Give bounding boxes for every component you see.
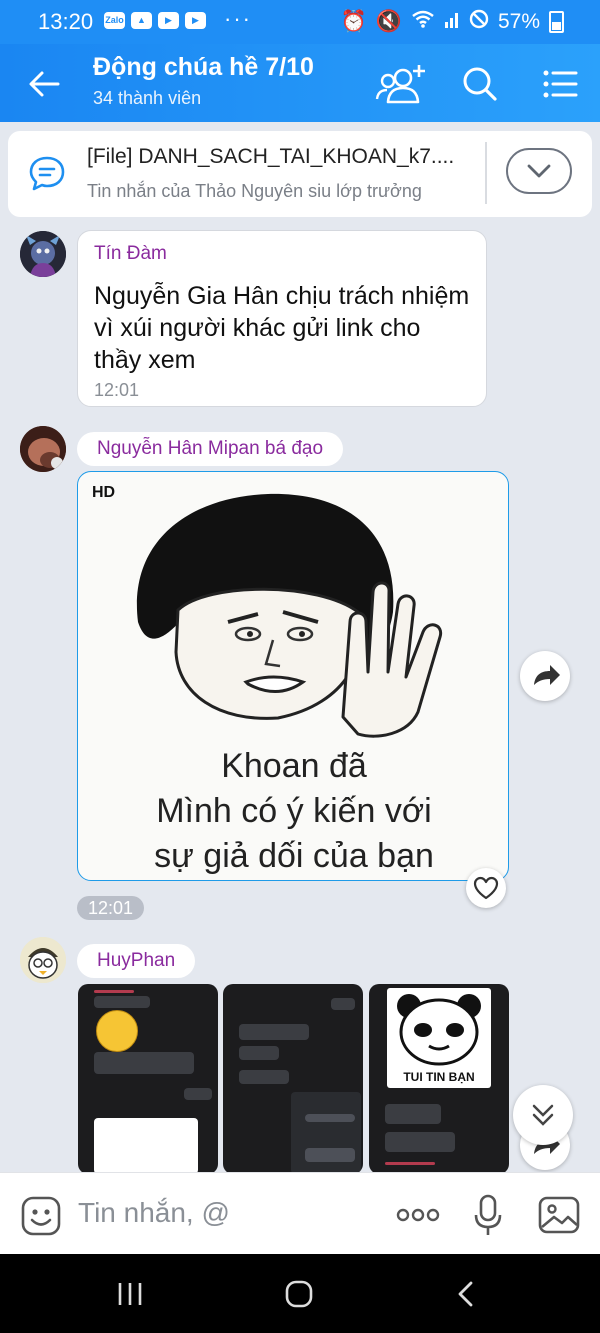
battery-level: 57% <box>497 10 540 33</box>
recent-apps-button[interactable] <box>116 1281 144 1307</box>
panda-meme-icon <box>397 994 481 1066</box>
system-status: ⏰ 🔇 57% <box>341 9 564 35</box>
add-member-icon <box>375 65 425 104</box>
chevron-down-icon <box>527 164 551 178</box>
recent-apps-icon <box>118 1283 142 1305</box>
system-nav-bar <box>0 1254 600 1333</box>
share-button[interactable] <box>520 651 570 701</box>
message-time: 12:01 <box>77 896 144 920</box>
mute-icon: 🔇 <box>375 10 402 33</box>
meme-face-illustration <box>136 493 443 738</box>
expand-pinned-button[interactable] <box>506 148 572 194</box>
message-input-bar: Tin nhắn, @ <box>0 1172 600 1255</box>
home-button[interactable] <box>284 1279 314 1309</box>
smiley-icon <box>21 1196 61 1236</box>
home-icon <box>285 1280 313 1308</box>
image-thumbnail[interactable] <box>78 984 218 1174</box>
youtube-icon: ▶ <box>185 12 206 29</box>
sticker-button[interactable] <box>20 1195 62 1237</box>
signal-icon <box>444 10 460 34</box>
meme-caption: Khoan đã Mình có ý kiến với sự giả dối c… <box>154 747 434 875</box>
meme-image[interactable]: HD Khoan đã Mình có ý kiến với sự giả dố… <box>77 471 509 881</box>
more-dots-icon <box>396 1208 440 1222</box>
sender-name[interactable]: HuyPhan <box>77 944 196 978</box>
thumbnail-caption: TUI TIN BẠN <box>403 1070 475 1084</box>
divider <box>485 142 487 204</box>
alarm-icon: ⏰ <box>340 10 367 33</box>
chevron-left-icon <box>458 1281 473 1307</box>
message-time: 12:01 <box>94 380 140 400</box>
avatar[interactable] <box>20 426 66 472</box>
chat-header: Động chúa hề 7/10 34 thành viên <box>0 44 600 122</box>
game-icon: ▲ <box>131 12 152 29</box>
status-bar: 13:20 Zalo ▲ ▶ ▶ ··· ⏰ 🔇 57% <box>0 0 600 44</box>
system-back-button[interactable] <box>454 1280 478 1308</box>
pinned-title: [File] DANH_SACH_TAI_KHOAN_k7.... <box>87 145 455 168</box>
status-time: 13:20 <box>38 9 94 34</box>
heart-icon <box>473 876 499 900</box>
back-arrow-icon <box>29 71 60 97</box>
image-thumbnail[interactable]: TUI TIN BẠN <box>369 984 509 1174</box>
menu-button[interactable] <box>538 62 584 106</box>
more-options-button[interactable] <box>395 1203 441 1227</box>
notification-icons: Zalo ▲ ▶ ▶ <box>104 12 206 29</box>
add-member-button[interactable] <box>375 62 425 106</box>
gallery-button[interactable] <box>538 1195 580 1235</box>
back-button[interactable] <box>24 64 64 104</box>
no-disturb-icon <box>469 9 489 35</box>
image-icon <box>538 1196 580 1234</box>
menu-icon <box>543 70 578 98</box>
voice-button[interactable] <box>472 1193 504 1237</box>
emoji-icon <box>96 1010 138 1052</box>
image-icon <box>94 1118 198 1174</box>
message-text: Nguyễn Gia Hân chịu trách nhiệm vì xúi n… <box>94 282 470 374</box>
battery-icon <box>549 11 564 33</box>
sender-name[interactable]: Tín Đàm <box>94 243 167 265</box>
message-bubble[interactable]: Tín Đàm Nguyễn Gia Hân chịu trách nhiệm … <box>77 230 487 407</box>
scroll-to-bottom-button[interactable] <box>513 1085 573 1145</box>
zalo-icon: Zalo <box>104 12 125 29</box>
double-chevron-down-icon <box>532 1104 554 1126</box>
sender-name[interactable]: Nguyễn Hân Mipan bá đạo <box>77 432 344 466</box>
wifi-icon <box>411 10 435 34</box>
chat-bubble-icon <box>28 154 66 192</box>
microphone-icon <box>474 1194 502 1235</box>
react-button[interactable] <box>466 868 506 908</box>
avatar[interactable] <box>20 231 66 277</box>
group-title[interactable]: Động chúa hề 7/10 <box>93 53 314 82</box>
more-notifications-icon: ··· <box>224 6 252 31</box>
pinned-subtitle: Tin nhắn của Thảo Nguyên siu lớp trưởng <box>87 181 422 201</box>
avatar[interactable] <box>20 937 66 983</box>
search-icon <box>463 67 497 101</box>
message-input[interactable]: Tin nhắn, @ <box>78 1197 230 1229</box>
pinned-message[interactable]: [File] DANH_SACH_TAI_KHOAN_k7.... Tin nh… <box>8 131 592 217</box>
youtube-icon: ▶ <box>158 12 179 29</box>
member-count[interactable]: 34 thành viên <box>93 88 201 109</box>
image-thumbnail[interactable] <box>223 984 363 1174</box>
share-arrow-icon <box>534 665 560 685</box>
search-button[interactable] <box>458 62 504 106</box>
